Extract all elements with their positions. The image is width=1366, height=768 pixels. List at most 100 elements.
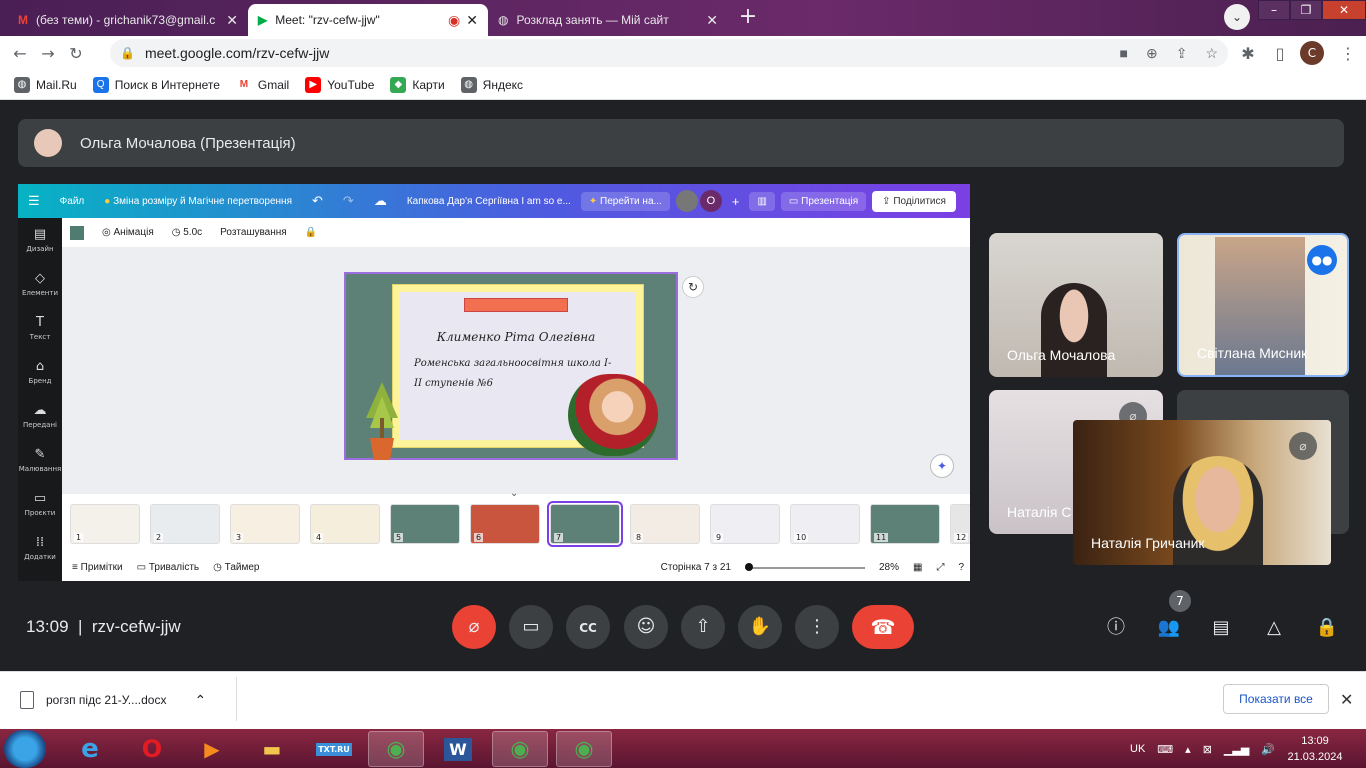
chrome-icon[interactable]: ◉ [492,731,548,767]
zoom-slider-handle[interactable] [744,562,753,571]
grid-view-icon[interactable]: ▦ [913,562,922,573]
slide-thumbnail[interactable]: 3 [230,504,300,544]
slide-thumbnail[interactable]: 12 [950,504,970,544]
menu-icon[interactable]: ⋮ [1334,44,1362,63]
add-person-icon[interactable]: + [722,194,750,209]
share-icon[interactable]: ⇪ [1176,45,1188,62]
activities-icon[interactable]: △ [1260,614,1288,642]
slide-thumbnail[interactable]: 9 [710,504,780,544]
host-controls-icon[interactable]: 🔒 [1313,614,1341,642]
bookmark-yandex[interactable]: ◍ Яндекс [460,76,523,93]
bookmark-search[interactable]: Q Поиск в Интернете [92,76,220,93]
undo-icon[interactable]: ↶ [302,193,333,209]
duration-button[interactable]: ◷ 5.0с [172,227,202,238]
bookmark-maps[interactable]: ◆ Карти [390,76,445,93]
raise-hand-button[interactable]: ✋ [738,605,782,649]
sidebar-item-design[interactable]: ▤ Дизайн [18,218,62,262]
tdt-icon[interactable]: TXT.RU [306,731,362,767]
new-tab-button[interactable]: + [734,6,762,30]
chat-icon[interactable]: ▤ [1207,614,1235,642]
slide-thumbnail[interactable]: 2 [150,504,220,544]
zoom-slider[interactable] [744,562,865,571]
help-icon[interactable]: ? [958,562,964,573]
chrome-icon[interactable]: ◉ [368,731,424,767]
doc-title[interactable]: Капкова Дар'я Сергіївна I am so e... [397,196,581,207]
forward-icon[interactable]: → [34,44,62,63]
show-all-button[interactable]: Показати все [1223,684,1329,714]
slide-thumbnail[interactable]: 1 [70,504,140,544]
cloud-icon[interactable]: ☁ [364,193,397,209]
word-icon[interactable]: W [430,731,486,767]
page-indicator[interactable]: Сторінка 7 з 21 [661,562,731,573]
tab-search-button[interactable]: ⌄ [1224,4,1250,30]
emoji-button[interactable]: ☺ [624,605,668,649]
insights-icon[interactable]: ▥ [749,191,775,211]
zoom-level[interactable]: 28% [879,562,899,573]
participant-tile-speaking[interactable]: ●● Світлана Мисник [1177,233,1349,377]
slide-thumbnail[interactable]: 4 [310,504,380,544]
animation-button[interactable]: ◎ Анімація [102,227,154,238]
zoom-icon[interactable]: ⊕ [1146,45,1158,62]
bookmark-gmail[interactable]: M Gmail [235,76,289,93]
close-icon[interactable]: ✕ [706,12,718,29]
more-options-button[interactable]: ⋮ [795,605,839,649]
timer-button[interactable]: ◷ Таймер [213,562,259,573]
slide[interactable]: Клименко Ріта Олегівна Роменська загальн… [344,272,678,460]
present-screen-button[interactable]: ⇧ [681,605,725,649]
restore-button[interactable]: ❐ [1290,0,1322,20]
slide-thumbnail[interactable]: 8 [630,504,700,544]
tab-schedule[interactable]: ◍ Розклад занять — Мій сайт ✕ [488,4,728,36]
reload-icon[interactable]: ↻ [62,44,90,63]
sidebar-item-brand[interactable]: ⌂ Бренд [18,350,62,394]
position-button[interactable]: Розташування [220,227,287,238]
lock-icon[interactable]: 🔒 [305,227,317,238]
camera-toggle-button[interactable]: ▭ [509,605,553,649]
volume-icon[interactable]: 🔊 [1261,743,1275,756]
leave-call-button[interactable]: ☎ [852,605,914,649]
sidebar-item-apps[interactable]: ⁞⁞ Додатки [18,526,62,570]
bookmark-mailru[interactable]: ◍ Mail.Ru [14,76,77,93]
slide-thumbnail[interactable]: 11 [870,504,940,544]
captions-button[interactable]: CC [566,605,610,649]
avatar[interactable]: О [699,190,722,212]
opera-icon[interactable]: O [124,731,180,767]
present-button[interactable]: ▭ Презентація [780,191,867,211]
share-button[interactable]: ⇪ Поділитися [872,190,956,212]
signal-icon[interactable]: ▁▃▅ [1224,743,1249,756]
file-menu[interactable]: Файл [50,196,95,207]
lock-icon[interactable]: 🔒 [120,46,135,60]
slide-thumbnail[interactable]: 10 [790,504,860,544]
slide-thumbnail[interactable]: 6 [470,504,540,544]
taskbar-clock[interactable]: 13:09 21.03.2024 [1280,733,1350,765]
sidebar-item-projects[interactable]: ▭ Проєкти [18,482,62,526]
close-window-button[interactable]: ✕ [1322,0,1366,20]
start-button[interactable] [4,730,46,768]
chevron-up-icon[interactable]: ▴ [1185,743,1191,756]
sidebar-item-draw[interactable]: ✎ Малювання [18,438,62,482]
side-panel-icon[interactable]: ▯ [1266,44,1294,63]
network-icon[interactable]: ⊠ [1203,743,1212,756]
tab-gmail[interactable]: M (без теми) - grichanik73@gmail.c ✕ [8,4,248,36]
duration-footer-button[interactable]: ▭ Тривалість [137,562,200,573]
minimize-button[interactable]: – [1258,0,1290,20]
close-icon[interactable]: ✕ [226,12,238,29]
refresh-icon[interactable]: ↻ [682,276,704,298]
sidebar-item-uploads[interactable]: ☁ Передані [18,394,62,438]
chrome-icon[interactable]: ◉ [556,731,612,767]
ie-icon[interactable]: e [62,731,118,767]
chevron-up-icon[interactable]: ⌃ [194,692,206,709]
fullscreen-icon[interactable]: ⤢ [936,562,944,573]
slide-thumbnail[interactable]: 5 [390,504,460,544]
language-indicator[interactable]: UK [1130,743,1145,755]
hamburger-icon[interactable]: ☰ [18,193,50,209]
download-item[interactable]: рогзп підс 21-У....docx ⌃ [20,685,206,715]
camera-icon[interactable]: ■ [1120,45,1128,62]
redo-icon[interactable]: ↷ [333,193,364,209]
tab-meet[interactable]: ▶ Meet: "rzv-cefw-jjw" ◉ ✕ [248,4,488,36]
close-icon[interactable]: ✕ [466,12,478,29]
address-bar[interactable]: 🔒 meet.google.com/rzv-cefw-jjw ■ ⊕ ⇪ ☆ [110,39,1228,67]
mic-toggle-button[interactable]: ⌀ [452,605,496,649]
magic-resize-button[interactable]: ● Зміна розміру й Магічне перетворення [94,196,302,207]
avatar[interactable] [675,190,698,212]
profile-avatar[interactable]: C [1300,41,1324,65]
